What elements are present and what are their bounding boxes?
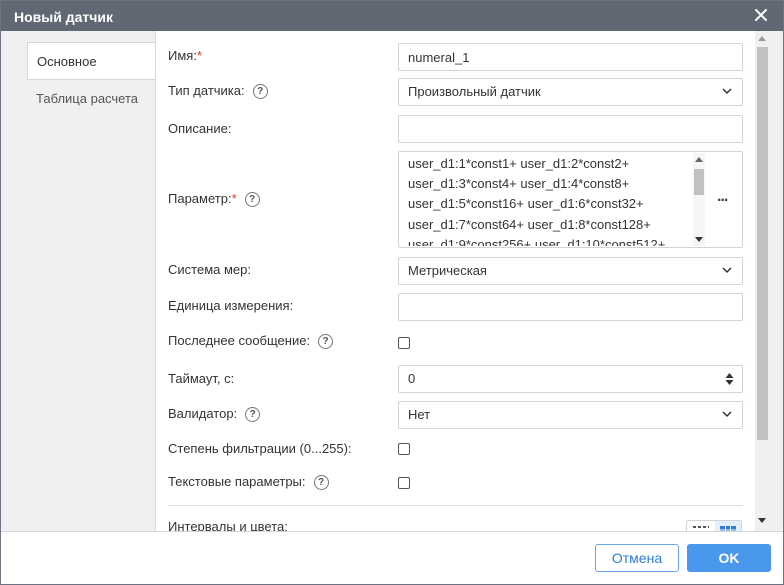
chevron-down-icon xyxy=(722,267,732,274)
description-label: Описание: xyxy=(168,121,232,136)
measure-system-label: Система мер: xyxy=(168,262,251,277)
help-icon[interactable]: ? xyxy=(313,475,329,491)
parameter-line: user_d1:1*const1+ user_d1:2*const2+ xyxy=(408,156,630,171)
sensor-type-value: Произвольный датчик xyxy=(408,84,541,99)
close-icon[interactable] xyxy=(753,7,769,23)
measure-system-value: Метрическая xyxy=(408,263,487,278)
sensor-dialog: Новый датчик Основное Таблица расчета Им… xyxy=(0,0,784,585)
table-view-icon[interactable] xyxy=(715,521,741,531)
name-label: Имя:* xyxy=(168,48,202,63)
help-icon[interactable]: ? xyxy=(245,407,261,423)
parameter-line: user_d1:7*const64+ user_d1:8*const128+ xyxy=(408,216,651,232)
unit-input[interactable] xyxy=(398,293,743,321)
scroll-thumb[interactable] xyxy=(757,47,768,440)
timeout-label: Таймаут, с: xyxy=(168,371,235,386)
dialog-title: Новый датчик xyxy=(14,9,113,25)
list-view-icon[interactable] xyxy=(687,521,715,531)
tab-general[interactable]: Основное xyxy=(27,42,155,80)
sensor-type-select[interactable]: Произвольный датчик xyxy=(398,78,743,106)
description-input[interactable] xyxy=(398,115,743,143)
cancel-button[interactable]: Отмена xyxy=(595,544,679,572)
parameter-line: user_d1:3*const4+ user_d1:4*const8+ xyxy=(408,176,630,192)
parameter-label: Параметр:*? xyxy=(168,191,260,208)
text-params-checkbox[interactable] xyxy=(398,477,410,489)
spinner-icon[interactable] xyxy=(725,372,734,386)
dialog-footer: Отмена OK xyxy=(1,531,783,584)
validator-value: Нет xyxy=(408,407,431,422)
scroll-thumb[interactable] xyxy=(694,169,704,195)
scroll-down-icon[interactable] xyxy=(758,518,766,523)
help-icon[interactable]: ? xyxy=(318,334,334,350)
scroll-up-icon[interactable] xyxy=(695,157,703,162)
measure-system-select[interactable]: Метрическая xyxy=(398,257,743,285)
sensor-type-label: Тип датчика:? xyxy=(168,83,268,100)
parameter-line: user_d1:9*const256+ user_d1:10*const512+ xyxy=(408,236,666,246)
unit-label: Единица измерения: xyxy=(168,298,294,313)
last-message-label: Последнее сообщение:? xyxy=(168,333,334,350)
validator-label: Валидатор:? xyxy=(168,406,261,423)
last-message-checkbox[interactable] xyxy=(398,337,410,349)
parameter-scrollbar[interactable] xyxy=(693,153,705,246)
section-divider xyxy=(168,505,743,506)
timeout-value: 0 xyxy=(408,371,416,386)
required-mark: * xyxy=(231,191,237,206)
scroll-down-icon[interactable] xyxy=(695,237,703,242)
name-input[interactable] xyxy=(398,43,743,71)
chevron-down-icon xyxy=(722,88,732,95)
required-mark: * xyxy=(196,48,202,63)
intervals-label: Интервалы и цвета: xyxy=(168,519,288,531)
general-form: Имя:* Тип датчика:? Произвольный датчик … xyxy=(155,31,755,531)
dialog-body: Основное Таблица расчета Имя:* Тип датчи… xyxy=(1,31,783,531)
parameter-more-button[interactable]: ... xyxy=(717,188,728,206)
ok-button[interactable]: OK xyxy=(687,544,771,572)
text-params-label: Текстовые параметры:? xyxy=(168,474,329,491)
chevron-down-icon xyxy=(722,411,732,418)
validator-select[interactable]: Нет xyxy=(398,401,743,429)
form-scrollbar[interactable] xyxy=(755,31,769,531)
tab-calculation-table[interactable]: Таблица расчета xyxy=(27,80,155,118)
intervals-view-toggle[interactable] xyxy=(686,520,742,531)
tab-list: Основное Таблица расчета xyxy=(1,31,155,531)
filtration-checkbox[interactable] xyxy=(398,443,410,455)
filtration-label: Степень фильтрации (0...255): xyxy=(168,441,352,456)
timeout-input[interactable]: 0 xyxy=(398,365,743,393)
help-icon[interactable]: ? xyxy=(244,192,260,208)
parameter-textarea[interactable]: user_d1:1*const1+ user_d1:2*const2+ user… xyxy=(398,151,743,248)
titlebar: Новый датчик xyxy=(1,1,783,31)
scroll-up-icon[interactable] xyxy=(758,36,766,41)
parameter-text[interactable]: user_d1:1*const1+ user_d1:2*const2+ user… xyxy=(408,154,688,246)
parameter-line: user_d1:5*const16+ user_d1:6*const32+ xyxy=(408,196,644,212)
help-icon[interactable]: ? xyxy=(252,84,268,100)
